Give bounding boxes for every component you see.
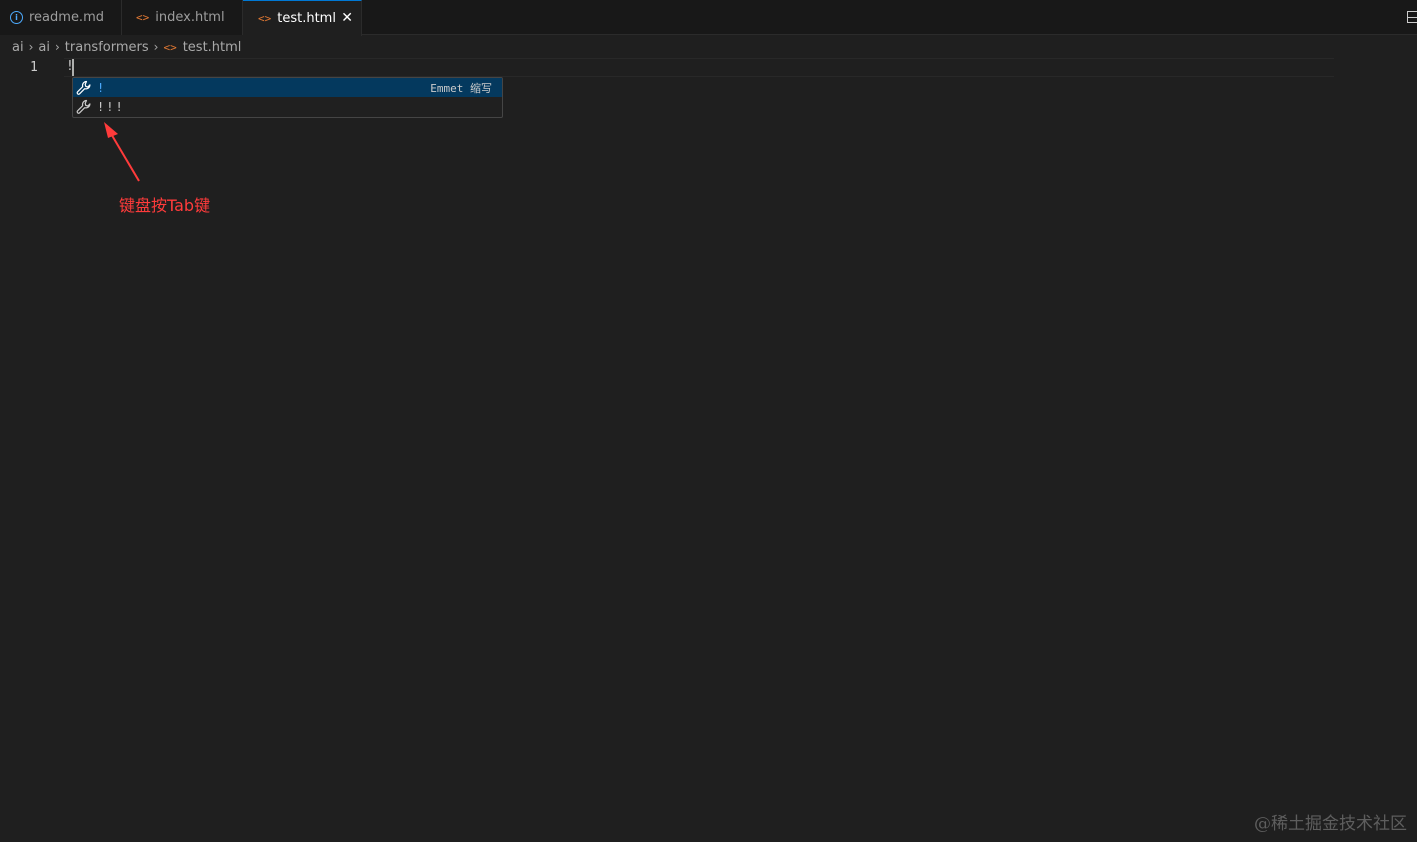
- wrench-icon: [76, 80, 91, 95]
- code-editor[interactable]: 1 !: [0, 58, 1417, 842]
- text-cursor: [72, 59, 74, 76]
- suggestion-item[interactable]: !!!: [73, 97, 502, 116]
- suggestion-label: !!!: [97, 99, 125, 114]
- suggestion-item[interactable]: ! Emmet 缩写: [73, 78, 502, 97]
- breadcrumb-item[interactable]: transformers: [65, 40, 149, 55]
- html-icon: <>: [258, 12, 272, 25]
- current-line-highlight: [64, 58, 1334, 77]
- annotation-arrow-icon: [104, 122, 140, 182]
- html-icon: <>: [163, 40, 177, 54]
- tab-label: test.html: [277, 11, 336, 26]
- chevron-right-icon: ›: [54, 40, 60, 54]
- tab-bar: i readme.md <> index.html <> test.html ✕: [0, 0, 1417, 36]
- tab-readme[interactable]: i readme.md: [0, 0, 122, 35]
- close-icon[interactable]: ✕: [341, 10, 353, 26]
- suggestion-widget: ! Emmet 缩写 !!!: [72, 77, 503, 118]
- suggestion-label: !: [97, 80, 105, 95]
- tab-test[interactable]: <> test.html ✕: [243, 0, 362, 36]
- chevron-right-icon: ›: [153, 40, 159, 54]
- chevron-right-icon: ›: [28, 40, 34, 54]
- suggestion-detail: Emmet 缩写: [430, 81, 492, 95]
- tab-label: index.html: [155, 10, 225, 25]
- line-number: 1: [30, 60, 38, 75]
- tab-label: readme.md: [29, 10, 104, 25]
- watermark: @稀土掘金技术社区: [1254, 814, 1407, 834]
- wrench-icon: [76, 99, 91, 114]
- tab-index[interactable]: <> index.html: [122, 0, 243, 35]
- html-icon: <>: [136, 11, 150, 24]
- breadcrumb-item[interactable]: ai: [12, 40, 24, 55]
- info-icon: i: [10, 11, 23, 24]
- breadcrumb-item[interactable]: ai: [38, 40, 50, 55]
- breadcrumb-item[interactable]: test.html: [183, 40, 242, 55]
- annotation-text: 键盘按Tab键: [119, 196, 211, 215]
- split-editor-icon[interactable]: [1407, 11, 1417, 23]
- breadcrumb: ai › ai › transformers › <> test.html: [12, 38, 241, 56]
